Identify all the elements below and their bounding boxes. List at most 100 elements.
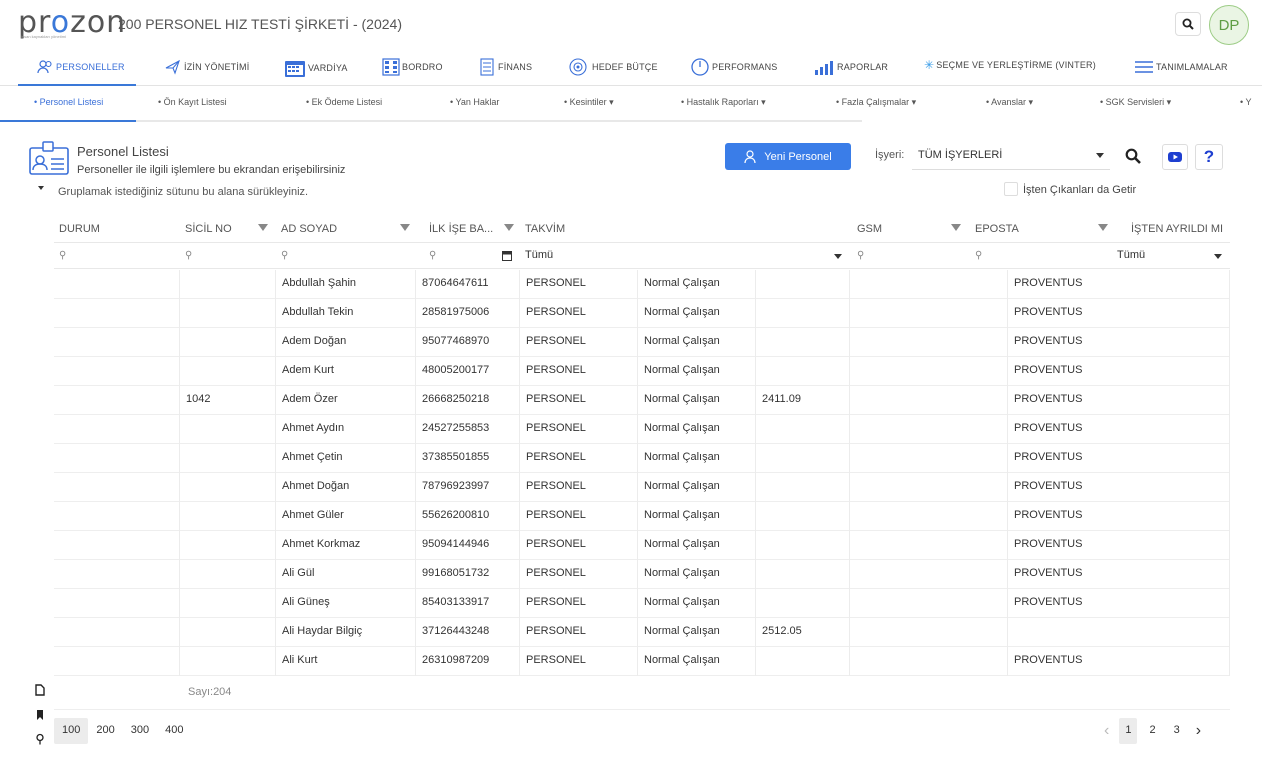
filter-takvim[interactable]: Tümü <box>520 243 850 269</box>
filter-eposta[interactable]: ⚲ <box>970 243 1114 269</box>
filter-gsm[interactable]: ⚲ <box>852 243 967 269</box>
subnav-yan-haklar[interactable]: • Yan Haklar <box>450 97 499 107</box>
col-header-isten-ayrildi[interactable]: İŞTEN AYRILDI MI <box>1126 216 1230 243</box>
table-row[interactable]: Ali Kurt 26310987209 PERSONEL Normal Çalışa… <box>54 647 1230 676</box>
bookmark-icon[interactable] <box>34 709 46 721</box>
page-size-option[interactable]: 300 <box>123 718 157 744</box>
col-header-gsm[interactable]: GSM <box>852 216 967 243</box>
col-header-durum[interactable]: DURUM <box>54 216 180 243</box>
nav-izin-yonetimi[interactable]: İZİN YÖNETİMİ <box>164 58 249 76</box>
help-button[interactable]: ? <box>1195 144 1223 170</box>
page-number[interactable]: 2 <box>1143 718 1161 744</box>
chevron-down-icon[interactable] <box>38 186 44 190</box>
cell-durum <box>54 270 180 299</box>
table-row[interactable]: Adem Doğan 95077468970 PERSONEL Normal Çalı… <box>54 328 1230 357</box>
subnav-kesintiler[interactable]: • Kesintiler ▾ <box>564 97 614 108</box>
cell-tip: Normal Çalışan <box>638 444 756 473</box>
cell-tc: 78796923997 <box>416 473 520 502</box>
cell-tc: 28581975006 <box>416 299 520 328</box>
col-header-eposta[interactable]: EPOSTA <box>970 216 1114 243</box>
page-number[interactable]: 1 <box>1119 718 1138 744</box>
isyeri-select[interactable]: TÜM İŞYERLERİ <box>912 142 1110 170</box>
search-icon: ⚲ <box>185 250 193 261</box>
top-bar: prozon insan kaynakları yönetimi 200 PER… <box>0 0 1262 48</box>
app-logo[interactable]: prozon <box>18 8 126 38</box>
calendar-icon[interactable] <box>502 251 512 261</box>
nav-personeller[interactable]: PERSONELLER <box>36 58 125 76</box>
col-header-ilk-ise-baslama[interactable]: İLK İŞE BA... <box>424 216 520 243</box>
global-search-button[interactable] <box>1175 12 1201 36</box>
col-header-ad-soyad[interactable]: AD SOYAD <box>276 216 416 243</box>
page-size-option[interactable]: 100 <box>54 718 89 744</box>
nav-hedef-butce[interactable]: HEDEF BÜTÇE <box>568 58 658 76</box>
filter-icon[interactable] <box>258 224 268 231</box>
col-header-sicil[interactable]: SİCİL NO <box>180 216 274 243</box>
page-size-option[interactable]: 400 <box>157 718 191 744</box>
cell-ad: Adem Doğan <box>276 328 416 357</box>
table-row[interactable]: Abdullah Tekin 28581975006 PERSONEL Normal … <box>54 299 1230 328</box>
page-number[interactable]: 3 <box>1168 718 1186 744</box>
page-size-option[interactable]: 200 <box>88 718 122 744</box>
chevron-right-icon[interactable]: › <box>1192 720 1205 742</box>
nav-raporlar[interactable]: RAPORLAR <box>813 58 888 76</box>
record-count: Sayı:204 <box>188 686 232 698</box>
filter-icon[interactable] <box>504 224 514 231</box>
cell-gsm <box>850 473 1008 502</box>
subnav-personel-listesi[interactable]: • Personel Listesi <box>34 97 103 107</box>
subnav-overflow[interactable]: • Y <box>1240 97 1252 107</box>
subnav-fazla-calismalar[interactable]: • Fazla Çalışmalar ▾ <box>836 97 916 108</box>
filter-icon[interactable] <box>400 224 410 231</box>
nav-label: SEÇME VE YERLEŞTİRME (VINTER) <box>936 60 1096 70</box>
col-header-takvim[interactable]: TAKVİM <box>520 216 850 243</box>
page-title: Personel Listesi <box>77 144 169 159</box>
table-row[interactable]: Ahmet Korkmaz 95094144946 PERSONEL Normal Ç… <box>54 531 1230 560</box>
subnav-hastalik-raporlari[interactable]: • Hastalık Raporları ▾ <box>681 97 766 108</box>
subnav-on-kayit[interactable]: • Ön Kayıt Listesi <box>158 97 227 107</box>
chevron-left-icon[interactable]: ‹ <box>1100 720 1113 742</box>
location-pin-icon[interactable] <box>34 733 46 745</box>
filter-ad-soyad[interactable]: ⚲ <box>276 243 416 269</box>
cell-extra: 2512.05 <box>756 618 850 647</box>
table-row[interactable]: Adem Kurt 48005200177 PERSONEL Normal Çalış… <box>54 357 1230 386</box>
filter-ilk-ise[interactable]: ⚲ <box>424 243 520 269</box>
nav-tanimlamalar[interactable]: TANIMLAMALAR <box>1134 58 1228 76</box>
nav-finans[interactable]: FİNANS <box>478 58 532 76</box>
table-row[interactable]: Ahmet Çetin 37385501855 PERSONEL Normal Çal… <box>54 444 1230 473</box>
document-icon[interactable] <box>34 684 46 696</box>
new-personnel-button[interactable]: Yeni Personel <box>725 143 851 170</box>
subnav-ek-odeme[interactable]: • Ek Ödeme Listesi <box>306 97 382 107</box>
video-help-button[interactable] <box>1162 144 1188 170</box>
cell-extra <box>756 589 850 618</box>
table-row[interactable]: Ahmet Doğan 78796923997 PERSONEL Normal Çal… <box>54 473 1230 502</box>
table-row[interactable]: Abdullah Şahin 87064647611 PERSONEL Normal … <box>54 270 1230 299</box>
cell-ad: Abdullah Şahin <box>276 270 416 299</box>
table-row[interactable]: Ahmet Aydın 24527255853 PERSONEL Normal Çal… <box>54 415 1230 444</box>
filter-icon[interactable] <box>1098 224 1108 231</box>
personnel-card-icon <box>29 141 69 175</box>
table-row[interactable]: Ahmet Güler 55626200810 PERSONEL Normal Çal… <box>54 502 1230 531</box>
subnav-avanslar[interactable]: • Avanslar ▾ <box>986 97 1033 108</box>
nav-secme-yerlestirme[interactable]: ✳ SEÇME VE YERLEŞTİRME (VINTER) <box>924 58 1096 72</box>
nav-performans[interactable]: PERFORMANS <box>690 58 778 76</box>
user-avatar[interactable]: DP <box>1209 5 1249 45</box>
nav-vardiya[interactable]: VARDİYA <box>284 58 348 78</box>
search-button[interactable] <box>1120 143 1146 169</box>
filter-icon[interactable] <box>951 224 961 231</box>
snowflake-icon: ✳ <box>924 58 935 72</box>
table-row[interactable]: Ali Gül 99168051732 PERSONEL Normal Çalışan… <box>54 560 1230 589</box>
cell-ad: Ali Gül <box>276 560 416 589</box>
filter-sicil[interactable]: ⚲ <box>180 243 276 269</box>
table-row[interactable]: Ali Haydar Bilgiç 37126443248 PERSONEL Norm… <box>54 618 1230 647</box>
nav-bordro[interactable]: BORDRO <box>382 58 443 76</box>
include-leavers-checkbox[interactable] <box>1004 182 1018 196</box>
new-personnel-label: Yeni Personel <box>764 150 832 163</box>
company-title: 200 PERSONEL HIZ TESTİ ŞİRKETİ - (2024) <box>118 16 402 32</box>
table-row[interactable]: Ali Güneş 85403133917 PERSONEL Normal Çalış… <box>54 589 1230 618</box>
filter-durum[interactable]: ⚲ <box>54 243 180 269</box>
cell-durum <box>54 444 180 473</box>
filter-isten-ayrildi[interactable]: Tümü <box>1112 243 1230 269</box>
video-icon <box>1168 152 1182 162</box>
table-row[interactable]: 1042 Adem Özer 26668250218 PERSONEL Normal Ç… <box>54 386 1230 415</box>
subnav-sgk-servisleri[interactable]: • SGK Servisleri ▾ <box>1100 97 1171 108</box>
cell-tc: 37126443248 <box>416 618 520 647</box>
